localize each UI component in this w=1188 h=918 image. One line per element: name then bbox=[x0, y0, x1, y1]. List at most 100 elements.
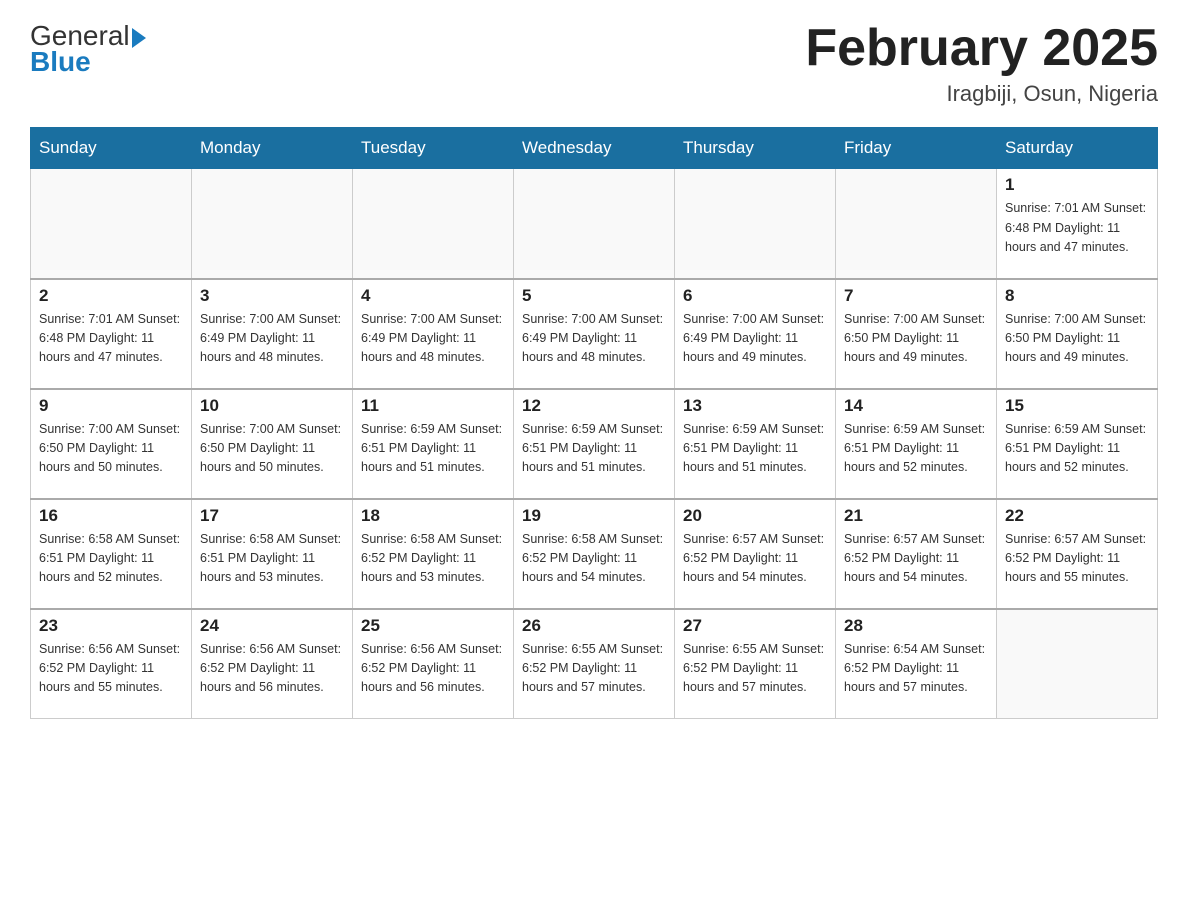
calendar-day-cell: 23Sunrise: 6:56 AM Sunset: 6:52 PM Dayli… bbox=[31, 609, 192, 719]
location-text: Iragbiji, Osun, Nigeria bbox=[805, 81, 1158, 107]
day-number: 1 bbox=[1005, 175, 1149, 195]
calendar-day-cell: 16 Sunrise: 6:58 AM Sunset: 6:51 PM Dayli… bbox=[31, 499, 192, 609]
calendar-day-cell bbox=[31, 169, 192, 279]
day-header-thursday: Thursday bbox=[675, 128, 836, 169]
logo-arrow-icon bbox=[132, 28, 146, 48]
calendar-day-cell: 15 Sunrise: 6:59 AM Sunset: 6:51 PM Dayli… bbox=[997, 389, 1158, 499]
calendar-day-cell: 7 Sunrise: 7:00 AM Sunset: 6:50 PM Daylig… bbox=[836, 279, 997, 389]
day-info: Sunrise: 7:00 AM Sunset: 6:49 PM Dayligh… bbox=[683, 310, 827, 368]
calendar-week-row: 2 Sunrise: 7:01 AM Sunset: 6:48 PM Daylig… bbox=[31, 279, 1158, 389]
day-header-saturday: Saturday bbox=[997, 128, 1158, 169]
calendar-day-cell: 24 Sunrise: 6:56 AM Sunset: 6:52 PM Dayli… bbox=[192, 609, 353, 719]
day-number: 13 bbox=[683, 396, 827, 416]
day-info: Sunrise: 7:00 AM Sunset: 6:50 PM Dayligh… bbox=[39, 420, 183, 478]
calendar-week-row: 9 Sunrise: 7:00 AM Sunset: 6:50 PM Daylig… bbox=[31, 389, 1158, 499]
calendar-day-cell: 2 Sunrise: 7:01 AM Sunset: 6:48 PM Daylig… bbox=[31, 279, 192, 389]
day-header-monday: Monday bbox=[192, 128, 353, 169]
day-header-tuesday: Tuesday bbox=[353, 128, 514, 169]
day-number: 4 bbox=[361, 286, 505, 306]
calendar-day-cell bbox=[836, 169, 997, 279]
day-info: Sunrise: 6:56 AM Sunset: 6:52 PM Dayligh… bbox=[361, 640, 505, 698]
calendar-day-cell: 1 Sunrise: 7:01 AM Sunset: 6:48 PM Daylig… bbox=[997, 169, 1158, 279]
day-info: Sunrise: 6:59 AM Sunset: 6:51 PM Dayligh… bbox=[1005, 420, 1149, 478]
day-info: Sunrise: 6:58 AM Sunset: 6:51 PM Dayligh… bbox=[200, 530, 344, 588]
day-info: Sunrise: 7:01 AM Sunset: 6:48 PM Dayligh… bbox=[1005, 199, 1149, 257]
day-number: 3 bbox=[200, 286, 344, 306]
day-number: 6 bbox=[683, 286, 827, 306]
day-number: 2 bbox=[39, 286, 183, 306]
day-number: 11 bbox=[361, 396, 505, 416]
day-info: Sunrise: 6:59 AM Sunset: 6:51 PM Dayligh… bbox=[844, 420, 988, 478]
day-number: 17 bbox=[200, 506, 344, 526]
calendar-day-cell: 17 Sunrise: 6:58 AM Sunset: 6:51 PM Dayli… bbox=[192, 499, 353, 609]
day-info: Sunrise: 7:00 AM Sunset: 6:50 PM Dayligh… bbox=[844, 310, 988, 368]
calendar-day-cell: 19 Sunrise: 6:58 AM Sunset: 6:52 PM Dayli… bbox=[514, 499, 675, 609]
day-info: Sunrise: 6:57 AM Sunset: 6:52 PM Dayligh… bbox=[844, 530, 988, 588]
calendar-day-cell bbox=[997, 609, 1158, 719]
day-number: 25 bbox=[361, 616, 505, 636]
logo-blue-text: Blue bbox=[30, 46, 146, 78]
day-info: Sunrise: 7:01 AM Sunset: 6:48 PM Dayligh… bbox=[39, 310, 183, 368]
day-number: 12 bbox=[522, 396, 666, 416]
day-number: 27 bbox=[683, 616, 827, 636]
day-info: Sunrise: 6:57 AM Sunset: 6:52 PM Dayligh… bbox=[1005, 530, 1149, 588]
day-header-friday: Friday bbox=[836, 128, 997, 169]
calendar-day-cell: 5 Sunrise: 7:00 AM Sunset: 6:49 PM Daylig… bbox=[514, 279, 675, 389]
day-info: Sunrise: 7:00 AM Sunset: 6:50 PM Dayligh… bbox=[1005, 310, 1149, 368]
day-number: 5 bbox=[522, 286, 666, 306]
day-info: Sunrise: 7:00 AM Sunset: 6:50 PM Dayligh… bbox=[200, 420, 344, 478]
day-info: Sunrise: 7:00 AM Sunset: 6:49 PM Dayligh… bbox=[522, 310, 666, 368]
calendar-day-cell: 14 Sunrise: 6:59 AM Sunset: 6:51 PM Dayli… bbox=[836, 389, 997, 499]
day-number: 15 bbox=[1005, 396, 1149, 416]
day-number: 7 bbox=[844, 286, 988, 306]
calendar-day-cell: 13Sunrise: 6:59 AM Sunset: 6:51 PM Dayli… bbox=[675, 389, 836, 499]
calendar-week-row: 1 Sunrise: 7:01 AM Sunset: 6:48 PM Daylig… bbox=[31, 169, 1158, 279]
day-number: 9 bbox=[39, 396, 183, 416]
day-info: Sunrise: 6:58 AM Sunset: 6:51 PM Dayligh… bbox=[39, 530, 183, 588]
day-info: Sunrise: 6:58 AM Sunset: 6:52 PM Dayligh… bbox=[522, 530, 666, 588]
day-info: Sunrise: 6:56 AM Sunset: 6:52 PM Dayligh… bbox=[200, 640, 344, 698]
day-number: 23 bbox=[39, 616, 183, 636]
calendar-day-cell: 20 Sunrise: 6:57 AM Sunset: 6:52 PM Dayli… bbox=[675, 499, 836, 609]
calendar-table: SundayMondayTuesdayWednesdayThursdayFrid… bbox=[30, 127, 1158, 719]
day-info: Sunrise: 7:00 AM Sunset: 6:49 PM Dayligh… bbox=[361, 310, 505, 368]
day-number: 10 bbox=[200, 396, 344, 416]
calendar-day-cell: 28Sunrise: 6:54 AM Sunset: 6:52 PM Dayli… bbox=[836, 609, 997, 719]
month-title: February 2025 bbox=[805, 20, 1158, 77]
day-info: Sunrise: 7:00 AM Sunset: 6:49 PM Dayligh… bbox=[200, 310, 344, 368]
day-number: 24 bbox=[200, 616, 344, 636]
calendar-day-cell: 9 Sunrise: 7:00 AM Sunset: 6:50 PM Daylig… bbox=[31, 389, 192, 499]
calendar-day-cell: 10 Sunrise: 7:00 AM Sunset: 6:50 PM Dayli… bbox=[192, 389, 353, 499]
title-area: February 2025 Iragbiji, Osun, Nigeria bbox=[805, 20, 1158, 107]
calendar-day-cell: 21 Sunrise: 6:57 AM Sunset: 6:52 PM Dayli… bbox=[836, 499, 997, 609]
day-info: Sunrise: 6:57 AM Sunset: 6:52 PM Dayligh… bbox=[683, 530, 827, 588]
calendar-day-cell bbox=[192, 169, 353, 279]
day-number: 20 bbox=[683, 506, 827, 526]
calendar-day-cell: 11Sunrise: 6:59 AM Sunset: 6:51 PM Dayli… bbox=[353, 389, 514, 499]
calendar-day-cell bbox=[353, 169, 514, 279]
day-header-wednesday: Wednesday bbox=[514, 128, 675, 169]
day-number: 16 bbox=[39, 506, 183, 526]
calendar-day-cell: 25 Sunrise: 6:56 AM Sunset: 6:52 PM Dayli… bbox=[353, 609, 514, 719]
calendar-day-cell: 18 Sunrise: 6:58 AM Sunset: 6:52 PM Dayli… bbox=[353, 499, 514, 609]
calendar-day-cell: 26 Sunrise: 6:55 AM Sunset: 6:52 PM Dayli… bbox=[514, 609, 675, 719]
calendar-day-cell bbox=[514, 169, 675, 279]
day-number: 8 bbox=[1005, 286, 1149, 306]
day-number: 22 bbox=[1005, 506, 1149, 526]
logo: General Blue bbox=[30, 20, 146, 78]
day-info: Sunrise: 6:59 AM Sunset: 6:51 PM Dayligh… bbox=[522, 420, 666, 478]
day-number: 18 bbox=[361, 506, 505, 526]
day-number: 19 bbox=[522, 506, 666, 526]
day-number: 14 bbox=[844, 396, 988, 416]
calendar-day-cell bbox=[675, 169, 836, 279]
day-number: 26 bbox=[522, 616, 666, 636]
day-info: Sunrise: 6:58 AM Sunset: 6:52 PM Dayligh… bbox=[361, 530, 505, 588]
day-number: 21 bbox=[844, 506, 988, 526]
calendar-day-cell: 6 Sunrise: 7:00 AM Sunset: 6:49 PM Daylig… bbox=[675, 279, 836, 389]
day-info: Sunrise: 6:54 AM Sunset: 6:52 PM Dayligh… bbox=[844, 640, 988, 698]
calendar-day-cell: 3 Sunrise: 7:00 AM Sunset: 6:49 PM Daylig… bbox=[192, 279, 353, 389]
calendar-day-cell: 4 Sunrise: 7:00 AM Sunset: 6:49 PM Daylig… bbox=[353, 279, 514, 389]
calendar-day-cell: 22 Sunrise: 6:57 AM Sunset: 6:52 PM Dayli… bbox=[997, 499, 1158, 609]
calendar-day-cell: 8 Sunrise: 7:00 AM Sunset: 6:50 PM Daylig… bbox=[997, 279, 1158, 389]
day-info: Sunrise: 6:55 AM Sunset: 6:52 PM Dayligh… bbox=[522, 640, 666, 698]
